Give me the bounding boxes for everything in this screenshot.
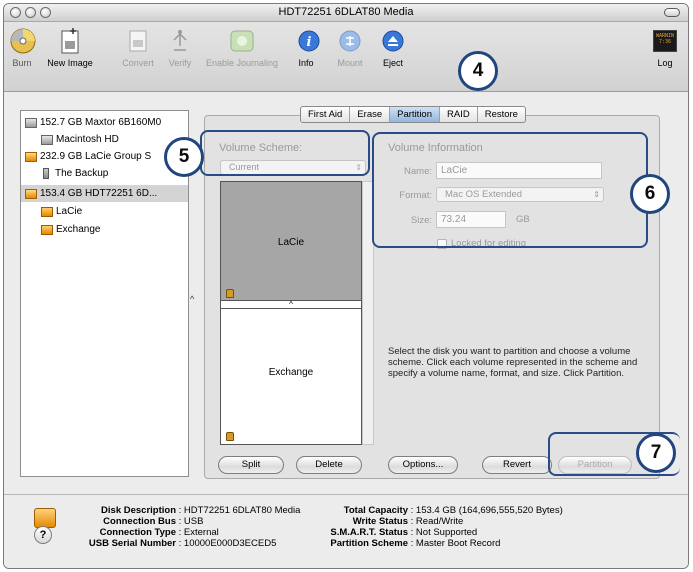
log-icon: WARNIN 7:36 xyxy=(651,27,679,55)
splitter-handle-icon[interactable]: ^ xyxy=(190,294,194,304)
lock-icon xyxy=(226,289,234,298)
volume-scheme-diagram: LaCie ^ Exchange xyxy=(220,181,362,445)
external-disk-icon xyxy=(25,188,37,199)
lock-icon xyxy=(226,432,234,441)
tab-erase[interactable]: Erase xyxy=(350,107,391,122)
verify-button[interactable]: Verify xyxy=(164,27,196,68)
tab-first-aid[interactable]: First Aid xyxy=(301,107,351,122)
burn-button[interactable]: Burn xyxy=(9,27,37,68)
volume-info-highlight xyxy=(372,132,648,248)
delete-button[interactable]: Delete xyxy=(296,456,362,474)
tab-bar: First Aid Erase Partition RAID Restore xyxy=(300,106,526,123)
title-bar: HDT72251 6DLAT80 Media xyxy=(4,4,688,22)
log-button[interactable]: WARNIN 7:36 Log xyxy=(651,27,679,68)
help-button[interactable]: ? xyxy=(34,526,52,544)
volume-scheme-highlight xyxy=(200,130,370,176)
tab-restore[interactable]: Restore xyxy=(478,107,525,122)
volume-item-lacie[interactable]: LaCie xyxy=(21,203,188,220)
volume-resize-handle[interactable]: ^ xyxy=(221,300,361,309)
new-image-icon xyxy=(56,27,84,55)
info-right-column: Total Capacity : 153.4 GB (164,696,555,5… xyxy=(330,505,563,549)
journaling-icon xyxy=(228,27,256,55)
external-disk-icon xyxy=(34,508,56,528)
disk-list: 152.7 GB Maxtor 6B160M0 Macintosh HD 232… xyxy=(20,110,189,477)
volume-item-the-backup[interactable]: The Backup xyxy=(21,165,188,182)
callout-4: 4 xyxy=(458,51,498,91)
disk-info-area: Disk Description : HDT72251 6DLAT80 Medi… xyxy=(4,494,688,568)
info-button[interactable]: i Info xyxy=(295,27,320,68)
disk-item-maxtor[interactable]: 152.7 GB Maxtor 6B160M0 xyxy=(21,114,188,131)
volume-block-exchange[interactable]: Exchange xyxy=(221,309,361,444)
options-button[interactable]: Options... xyxy=(388,456,458,474)
disk-item-lacie-group[interactable]: 232.9 GB LaCie Group S xyxy=(21,148,188,165)
window-title: HDT72251 6DLAT80 Media xyxy=(278,6,414,18)
toolbar-toggle-button[interactable] xyxy=(664,8,680,17)
callout-6: 6 xyxy=(630,174,670,214)
internal-disk-icon xyxy=(25,117,37,128)
volume-block-lacie[interactable]: LaCie xyxy=(221,182,361,300)
volume-item-macintosh-hd[interactable]: Macintosh HD xyxy=(21,131,188,148)
tab-raid[interactable]: RAID xyxy=(440,107,478,122)
disk-item-hdt72251[interactable]: 153.4 GB HDT72251 6D... xyxy=(21,185,188,202)
disk-utility-window: HDT72251 6DLAT80 Media Burn New Image Co… xyxy=(3,3,689,569)
volume-item-exchange[interactable]: Exchange xyxy=(21,221,188,238)
callout-5: 5 xyxy=(164,137,204,177)
volume-icon xyxy=(41,134,53,145)
volume-icon xyxy=(41,224,53,235)
info-left-column: Disk Description : HDT72251 6DLAT80 Medi… xyxy=(88,505,301,549)
verify-icon xyxy=(166,27,194,55)
callout-7: 7 xyxy=(636,433,676,473)
convert-button[interactable]: Convert xyxy=(120,27,156,68)
revert-button[interactable]: Revert xyxy=(482,456,552,474)
raid-volume-icon xyxy=(43,168,49,179)
volume-icon xyxy=(41,206,53,217)
info-icon: i xyxy=(295,27,323,55)
burn-icon xyxy=(9,27,37,55)
external-disk-icon xyxy=(25,151,37,162)
toolbar: Burn New Image Convert Verify Enable Jou… xyxy=(4,22,688,92)
eject-button[interactable]: Eject xyxy=(378,27,408,68)
mount-icon xyxy=(336,27,364,55)
eject-icon xyxy=(379,27,407,55)
tab-partition[interactable]: Partition xyxy=(390,107,440,122)
mount-button[interactable]: Mount xyxy=(334,27,366,68)
convert-icon xyxy=(124,27,152,55)
enable-journaling-button[interactable]: Enable Journaling xyxy=(200,27,284,68)
svg-text:i: i xyxy=(307,35,312,50)
split-button[interactable]: Split xyxy=(218,456,284,474)
partition-instructions: Select the disk you want to partition an… xyxy=(388,346,638,379)
new-image-button[interactable]: New Image xyxy=(42,27,98,68)
